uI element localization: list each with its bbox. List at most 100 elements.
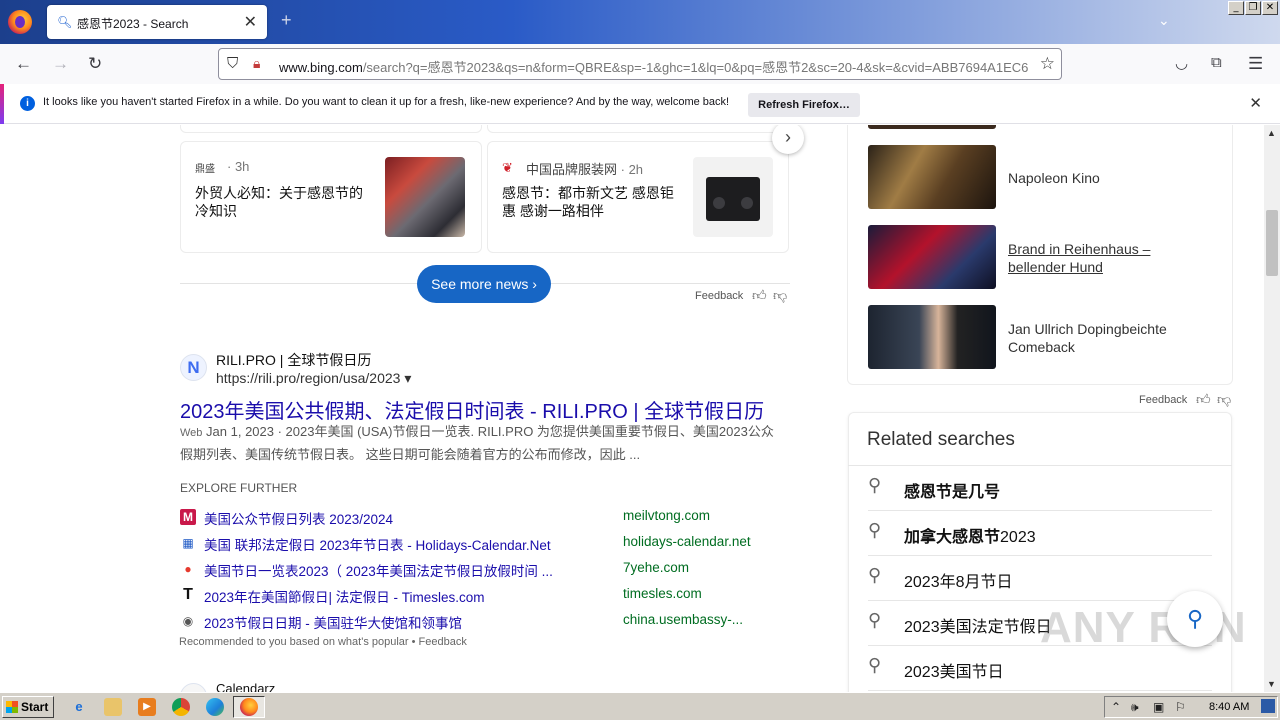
extensions-icon[interactable]: ⧉ [1211,54,1222,71]
news-headline[interactable]: 感恩节：都市新文艺 感恩钜惠 感谢一路相伴 [502,184,682,220]
news-headline[interactable]: 外贸人必知：关于感恩节的冷知识 [195,184,375,220]
url-bar[interactable]: ⛉ 🔒︎ www.bing.com/search?q=感恩节2023&qs=n&… [218,48,1062,80]
url-text[interactable]: www.bing.com/search?q=感恩节2023&qs=n&form=… [279,57,1034,76]
timesles-icon: T [183,586,193,603]
close-icon[interactable]: ✕ [1249,94,1262,112]
embassy-seal-icon: ◉ [182,614,194,628]
tab-active[interactable]: 🔍︎ 感恩节2023 - Search ✕ [47,5,267,39]
recommended-note: Recommended to you based on what's popul… [179,636,467,648]
taskbar: Start e ▶ ⌃ 🕪︎ ▣ ⚐ 8:40 AM [0,692,1280,720]
video-thumbnail[interactable] [868,225,996,289]
carousel-next-button[interactable]: › [772,125,804,154]
see-more-news-button[interactable]: See more news › [417,265,551,303]
result-url[interactable]: https://rili.pro/region/usa/2023 ▾ [216,370,411,387]
windows-logo-icon [6,701,18,713]
news-card[interactable]: ❦ 中国品牌服装网 · 2h 感恩节：都市新文艺 感恩钜惠 感谢一路相伴 [487,141,789,253]
explore-item[interactable]: ◉ 2023节假日日期 - 美国驻华大使馆和领事馆 china.usembass… [180,611,800,631]
chrome-icon[interactable] [172,698,190,716]
scroll-down-icon[interactable]: ▼ [1267,679,1276,689]
explore-item[interactable]: T 2023年在美国節假日| 法定假日 - Timesles.com times… [180,585,800,605]
news-card-partial[interactable] [180,125,482,133]
show-desktop-icon[interactable] [1261,699,1275,713]
firefox-logo-icon[interactable] [8,10,32,34]
related-searches-heading: Related searches [867,429,1015,450]
related-search-item[interactable]: ⚲ 2023年8月节日 [868,556,1212,601]
search-icon: ⚲ [868,565,882,585]
bookmark-star-icon[interactable]: ☆ [1040,54,1055,74]
search-icon: 🔍︎ [57,15,73,29]
page-content: 鼎盛 · 3h 外贸人必知：关于感恩节的冷知识 ❦ 中国品牌服装网 · 2h 感… [0,125,1264,692]
tray-expand-icon[interactable]: ⌃ [1111,700,1121,714]
search-icon: ⚲ [868,520,882,540]
tomato-icon: ● [184,562,192,576]
new-tab-icon[interactable]: + [281,10,292,31]
thumbs-up-icon[interactable]: 👍︎ [752,287,767,304]
search-icon: ⚲ [868,475,882,495]
video-thumbnail[interactable] [868,305,996,369]
news-thumbnail[interactable] [385,157,465,237]
page-scrollbar[interactable]: ▲ ▼ [1264,125,1280,692]
result-site-name[interactable]: RILI.PRO | 全球节假日历 [216,350,371,370]
close-icon[interactable]: ✕ [244,12,257,32]
back-icon[interactable]: ← [15,54,32,74]
folder-icon[interactable] [104,698,122,716]
start-button[interactable]: Start [2,696,54,718]
explore-item[interactable]: M 美国公众节假日列表 2023/2024 meilvtong.com [180,507,800,527]
thumbs-up-icon[interactable]: 👍︎ [1196,391,1211,408]
video-title[interactable]: Jan Ullrich Dopingbeichte Comeback [1008,320,1208,356]
news-card[interactable]: 鼎盛 · 3h 外贸人必知：关于感恩节的冷知识 [180,141,482,253]
volume-icon[interactable]: 🕪︎ [1131,700,1139,715]
forward-icon[interactable]: → [52,54,69,74]
news-card-partial[interactable] [487,125,789,133]
pocket-icon[interactable]: ◡ [1175,54,1188,72]
video-title[interactable]: Napoleon Kino [1008,169,1100,187]
internet-explorer-icon[interactable]: e [70,698,88,716]
meilvtong-icon: M [180,509,196,525]
clock[interactable]: 8:40 AM [1209,701,1249,713]
feedback-link[interactable]: Feedback [695,290,743,302]
reload-icon[interactable]: ↻ [88,54,102,74]
result-favicon[interactable]: N [180,354,207,381]
action-center-flag-icon[interactable]: ⚐ [1175,700,1186,714]
thumbs-down-icon[interactable]: 👎︎ [773,287,787,304]
media-player-icon[interactable]: ▶ [138,698,156,716]
news-thumbnail[interactable] [693,157,773,237]
edge-icon[interactable] [206,698,224,716]
related-search-item[interactable]: ⚲ 感恩节是几号 [868,466,1212,511]
thumbs-down-icon[interactable]: 👎︎ [1217,391,1231,408]
news-source-logo: ❦ [502,160,513,175]
result-title-link[interactable]: 2023年美国公共假期、法定假日时间表 - RILI.PRO | 全球节假日历 [180,395,764,424]
explore-further-heading: EXPLORE FURTHER [180,481,298,495]
chevron-down-icon[interactable]: ⌄ [1158,12,1170,29]
search-icon: ⚲ [868,610,882,630]
system-tray: ⌃ 🕪︎ ▣ ⚐ 8:40 AM [1104,696,1278,718]
shield-icon[interactable]: ⛉ [227,55,238,72]
scrollbar-thumb[interactable] [1266,210,1278,276]
notification-accent [0,84,4,124]
insecure-lock-icon[interactable]: 🔒︎ [253,55,260,72]
minimize-icon[interactable]: _ [1228,1,1244,15]
result-snippet: Web Jan 1, 2023 · 2023年美国 (USA)节假日一览表. R… [180,424,774,462]
taskbar-firefox-button[interactable] [233,696,265,718]
notification-message: It looks like you haven't started Firefo… [43,96,730,108]
video-thumbnail[interactable] [868,145,996,209]
floating-search-button[interactable]: ⚲ [1167,591,1223,647]
explore-item[interactable]: ▦ 美国 联邦法定假日 2023年节日表 - Holidays-Calendar… [180,533,800,553]
video-thumbnail[interactable] [868,125,996,129]
refresh-firefox-button[interactable]: Refresh Firefox… [748,93,860,117]
info-icon: i [20,96,35,111]
result-favicon[interactable] [180,683,207,692]
navigation-bar: ← → ↻ ⛉ 🔒︎ www.bing.com/search?q=感恩节2023… [0,44,1280,84]
search-icon: ⚲ [868,655,882,675]
menu-icon[interactable]: ☰ [1248,54,1263,74]
feedback-link[interactable]: Feedback [1139,394,1187,406]
result-site-name[interactable]: Calendarz [216,681,275,692]
scroll-up-icon[interactable]: ▲ [1267,128,1276,138]
network-icon[interactable]: ▣ [1153,700,1164,714]
restore-icon[interactable]: ❐ [1245,1,1261,15]
related-search-item[interactable]: ⚲ 加拿大感恩节2023 [868,511,1212,556]
video-title[interactable]: Brand in Reihenhaus – bellender Hund [1008,240,1198,276]
firefox-icon [240,698,258,716]
window-close-icon[interactable]: ✕ [1262,1,1278,15]
explore-item[interactable]: ● 美国节日一览表2023（ 2023年美国法定节假日放假时间 ... 7yeh… [180,559,800,579]
